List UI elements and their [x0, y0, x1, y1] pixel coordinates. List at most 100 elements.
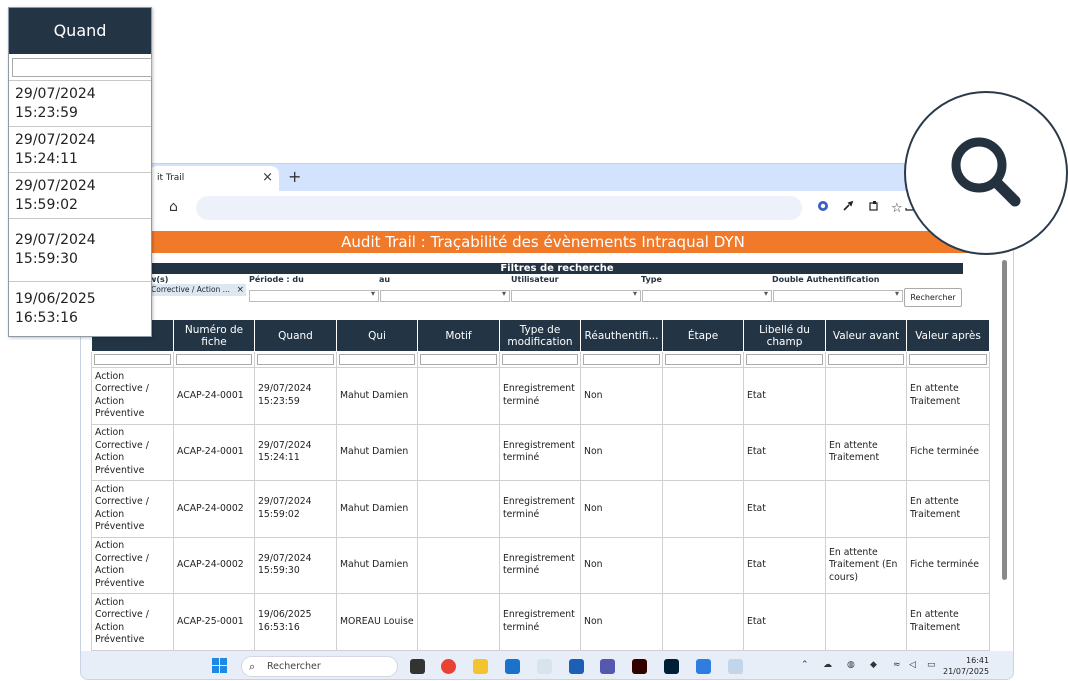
- table-header-row: Numéro de fiche Quand Qui Motif Type de …: [91, 319, 990, 352]
- address-bar[interactable]: ☆: [196, 196, 903, 220]
- filter-label-period-from: Période : du: [249, 275, 304, 284]
- col-header-reauth[interactable]: Réauthentifi...: [580, 319, 663, 352]
- chrome-icon[interactable]: [441, 659, 456, 674]
- cell-type: Enregistrement terminé: [499, 423, 581, 481]
- col-header-libelle[interactable]: Libellé du champ: [743, 319, 826, 352]
- table-row[interactable]: Action Corrective / Action Préventive AC…: [91, 480, 990, 538]
- table-row[interactable]: Action Corrective / Action Préventive AC…: [91, 367, 990, 425]
- taskbar-search-box[interactable]: ⌕ Rechercher: [241, 656, 398, 677]
- col-header-valeur-avant[interactable]: Valeur avant: [825, 319, 907, 352]
- defender-icon[interactable]: ◆: [870, 660, 877, 670]
- double-auth-select[interactable]: [773, 289, 903, 302]
- search-button[interactable]: Rechercher: [904, 288, 962, 307]
- browser-window: it Trail × + ⌂ ☆ Audit Trail : Traçabili…: [80, 163, 1014, 680]
- cell-motif: [417, 480, 500, 538]
- battery-icon[interactable]: ▭: [927, 660, 936, 670]
- column-filter-input[interactable]: [828, 354, 904, 365]
- col-header-numero[interactable]: Numéro de fiche: [173, 319, 255, 352]
- task-view-icon[interactable]: [410, 659, 425, 674]
- column-filter-input[interactable]: [583, 354, 660, 365]
- app-icon[interactable]: [569, 659, 584, 674]
- filters-title: Filtres de recherche: [151, 263, 963, 274]
- user-select[interactable]: [511, 289, 641, 302]
- cell-quand: 19/06/2025 16:53:16: [254, 593, 337, 651]
- column-filter-input[interactable]: [94, 354, 171, 365]
- windows-start-icon[interactable]: [212, 658, 228, 674]
- magnifier-badge: [904, 91, 1068, 255]
- tray-app-icon[interactable]: ◍: [847, 660, 855, 670]
- scrollbar-thumb[interactable]: [1002, 260, 1007, 580]
- volume-icon[interactable]: ◁: [909, 660, 916, 670]
- file-explorer-icon[interactable]: [473, 659, 488, 674]
- bookmark-star-icon[interactable]: ☆: [891, 201, 903, 216]
- new-tab-icon[interactable]: +: [288, 167, 301, 186]
- paint-icon[interactable]: [696, 659, 711, 674]
- column-filter-input[interactable]: [502, 354, 578, 365]
- extension-icon[interactable]: [816, 200, 830, 214]
- extensions-puzzle-icon[interactable]: [867, 200, 881, 214]
- period-to-select[interactable]: [380, 289, 510, 302]
- tab-audit-trail[interactable]: it Trail ×: [149, 166, 279, 191]
- cell-motif: [417, 367, 500, 425]
- cell-reauth: Non: [580, 536, 663, 594]
- zoom-cell: 29/07/2024 15:59:30: [9, 218, 151, 281]
- period-from-select[interactable]: [249, 289, 379, 302]
- tray-chevron-icon[interactable]: ⌃: [801, 660, 809, 670]
- tab-title: it Trail: [157, 173, 185, 183]
- cell-valeur-apres: En attente Traitement: [906, 480, 990, 538]
- eyedropper-icon[interactable]: [841, 200, 855, 214]
- cell-valeur-avant: En attente Traitement (En cours): [825, 536, 907, 594]
- cell-quand: 29/07/2024 15:24:11: [254, 423, 337, 481]
- snipping-tool-icon[interactable]: [537, 659, 552, 674]
- teams-icon[interactable]: [600, 659, 615, 674]
- zoom-cell-date: 29/07/2024: [15, 177, 96, 194]
- browser-toolbar: ⌂ ☆: [81, 191, 1013, 225]
- column-filter-input[interactable]: [746, 354, 823, 365]
- windows-taskbar: ⌕ Rechercher ⌃ ☁ ◍ ◆ ≈ ◁ ▭ 16:41 21/07/2…: [81, 651, 1013, 679]
- wifi-icon[interactable]: ≈: [893, 660, 901, 670]
- zoom-column-filter-input[interactable]: [12, 58, 152, 77]
- cell-etape: [662, 367, 744, 425]
- page-scrollbar[interactable]: [1001, 255, 1009, 647]
- cell-workflow: Action Corrective / Action Préventive: [91, 367, 174, 425]
- col-header-motif[interactable]: Motif: [417, 319, 500, 352]
- illustrator-icon[interactable]: [632, 659, 647, 674]
- cell-reauth: Non: [580, 480, 663, 538]
- table-row[interactable]: Action Corrective / Action Préventive AC…: [91, 423, 990, 481]
- cell-qui: Mahut Damien: [336, 367, 418, 425]
- workflow-filter-chip[interactable]: Corrective / Action ... ×: [149, 284, 246, 296]
- home-icon[interactable]: ⌂: [169, 199, 178, 215]
- cell-reauth: Non: [580, 367, 663, 425]
- chip-remove-icon[interactable]: ×: [236, 284, 244, 296]
- column-filter-input[interactable]: [420, 354, 497, 365]
- tab-close-icon[interactable]: ×: [262, 170, 273, 185]
- photoshop-icon[interactable]: [664, 659, 679, 674]
- cell-numero: ACAP-25-0001: [173, 593, 255, 651]
- col-header-valeur-apres[interactable]: Valeur après: [906, 319, 990, 352]
- outlook-icon[interactable]: [505, 659, 520, 674]
- column-filter-input[interactable]: [909, 354, 987, 365]
- column-filter-input[interactable]: [339, 354, 415, 365]
- col-header-quand[interactable]: Quand: [254, 319, 337, 352]
- column-filter-input[interactable]: [665, 354, 741, 365]
- column-filter-input[interactable]: [176, 354, 252, 365]
- cell-valeur-avant: [825, 480, 907, 538]
- cell-valeur-apres: Fiche terminée: [906, 536, 990, 594]
- col-header-etape[interactable]: Étape: [662, 319, 744, 352]
- cell-type: Enregistrement terminé: [499, 480, 581, 538]
- snip-icon[interactable]: [728, 659, 743, 674]
- table-row[interactable]: Action Corrective / Action Préventive AC…: [91, 536, 990, 594]
- cell-libelle: Etat: [743, 593, 826, 651]
- taskbar-clock[interactable]: 16:41 21/07/2025: [943, 655, 989, 677]
- cell-libelle: Etat: [743, 423, 826, 481]
- zoom-cell-date: 29/07/2024: [15, 131, 96, 148]
- table-row[interactable]: Action Corrective / Action Préventive AC…: [91, 593, 990, 651]
- col-header-qui[interactable]: Qui: [336, 319, 418, 352]
- column-filter-input[interactable]: [257, 354, 334, 365]
- type-select[interactable]: [642, 289, 772, 302]
- cell-workflow: Action Corrective / Action Préventive: [91, 423, 174, 481]
- col-header-type[interactable]: Type de modification: [499, 319, 581, 352]
- cell-qui: Mahut Damien: [336, 423, 418, 481]
- page-content: Audit Trail : Traçabilité des évènements…: [81, 225, 1013, 651]
- onedrive-icon[interactable]: ☁: [823, 660, 832, 670]
